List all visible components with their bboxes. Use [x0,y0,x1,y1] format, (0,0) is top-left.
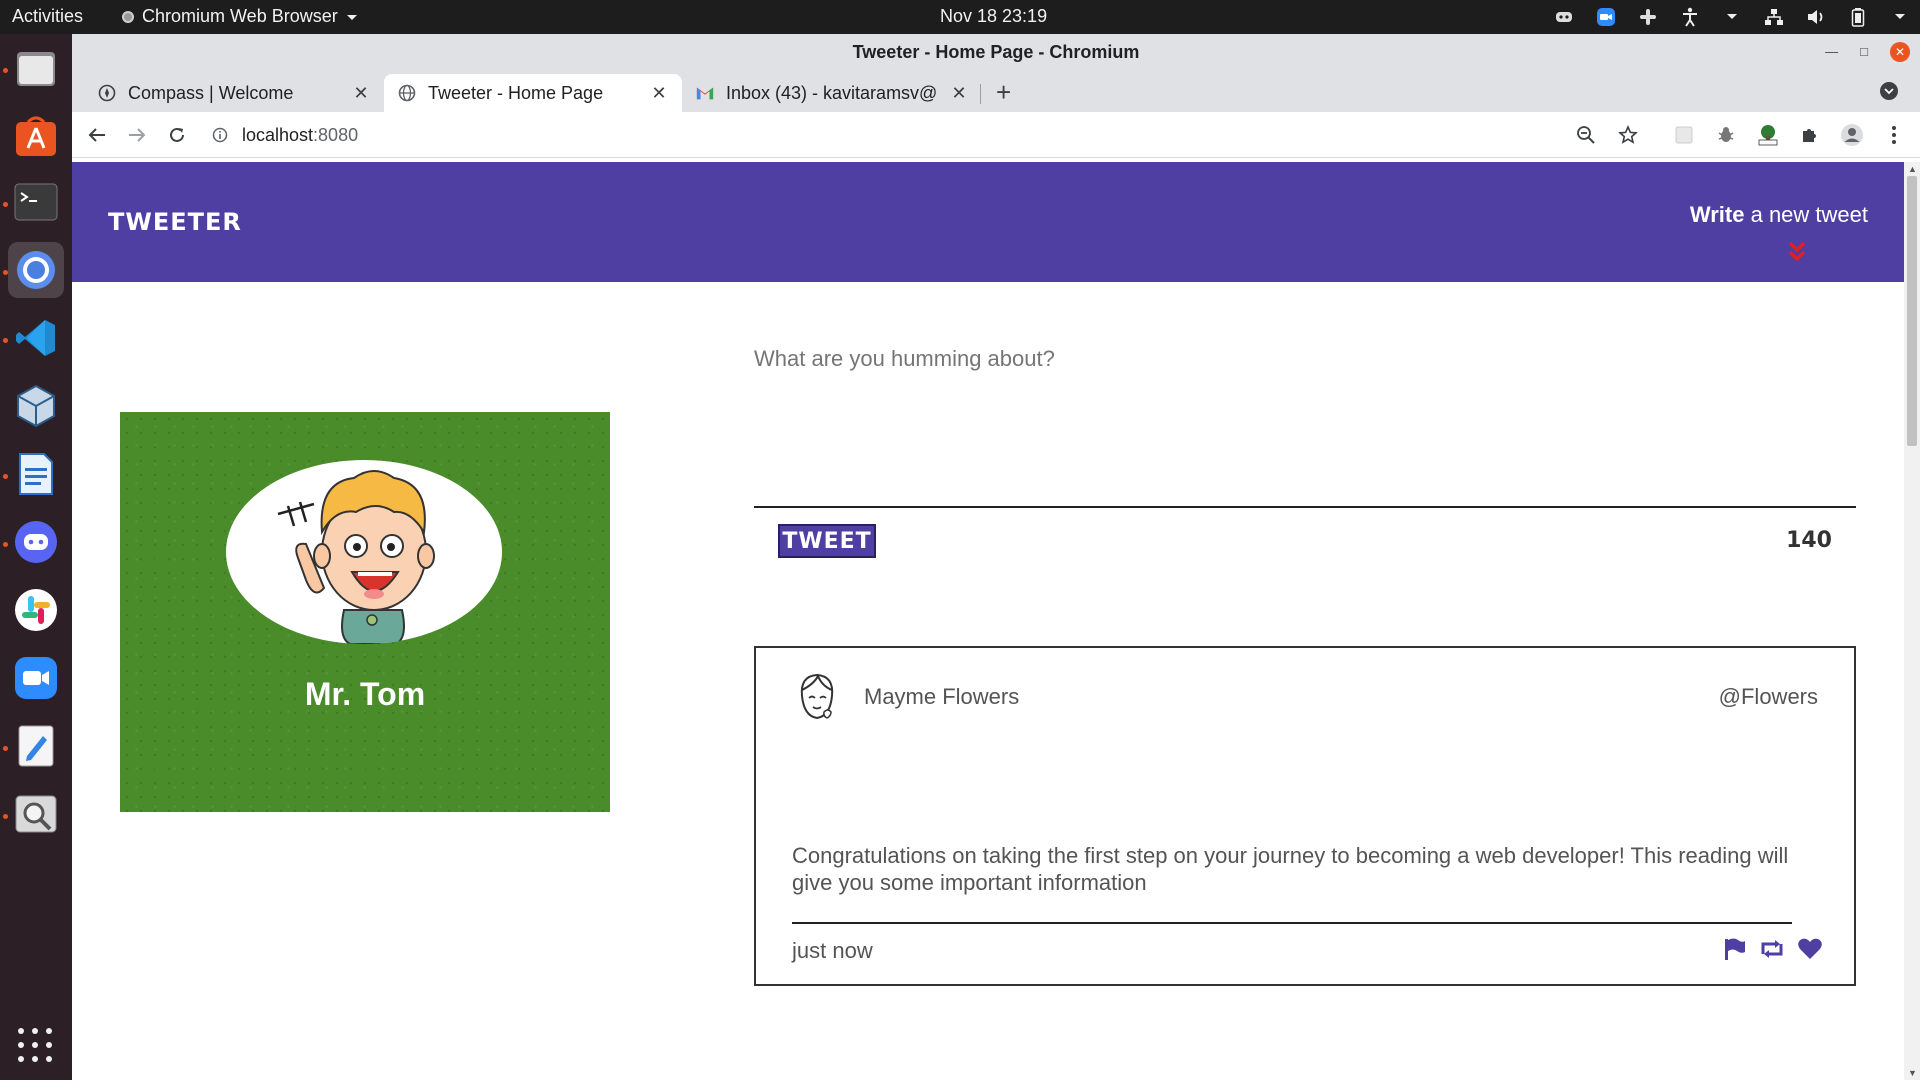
zoom-tray-icon[interactable] [1596,7,1616,27]
maximize-icon[interactable]: □ [1860,34,1868,70]
system-tray[interactable] [1554,0,1910,34]
slack-tray-icon[interactable] [1638,7,1658,27]
scrollbar-thumb[interactable] [1907,176,1917,446]
new-tab-icon[interactable]: + [996,79,1011,105]
accessibility-icon[interactable] [1680,7,1700,27]
discord-icon[interactable] [8,514,64,570]
tab-separator [980,84,981,104]
extensions-puzzle-icon[interactable] [1798,123,1822,147]
window-title: Tweeter - Home Page - Chromium [852,42,1140,62]
tab-compass[interactable]: Compass | Welcome ✕ [84,74,384,112]
character-counter: 140 [1786,528,1832,553]
minimize-icon[interactable]: — [1825,34,1838,70]
terminal-icon[interactable] [8,174,64,230]
zoom-icon[interactable] [8,650,64,706]
tweet-actions [1720,936,1824,962]
virtualbox-icon[interactable] [8,378,64,434]
reload-icon[interactable] [164,122,190,148]
app-menu[interactable]: Chromium Web Browser [122,6,358,27]
url-host: localhost [242,124,314,145]
compose-bold: Write [1689,202,1745,227]
tweet-body: Congratulations on taking the first step… [792,843,1789,895]
double-chevron-down-icon[interactable] [1786,240,1808,264]
screenshot-icon[interactable] [8,786,64,842]
tab-label: Compass | Welcome [128,82,294,103]
files-icon[interactable] [8,40,64,96]
tweet-author-handle: @Flowers [1718,684,1818,709]
chromium-icon[interactable] [8,242,64,298]
composer-divider [754,506,1856,508]
tweet-divider [792,922,1792,924]
tweet-timestamp: just now [792,938,873,963]
tab-gmail[interactable]: Inbox (43) - kavitaramsv@ ✕ [682,74,982,112]
chevron-down-icon [346,6,358,27]
tab-close-icon[interactable]: ✕ [950,83,968,104]
tweet-text-input[interactable] [754,342,1856,502]
gmail-icon [696,84,714,102]
ubuntu-software-icon[interactable] [8,108,64,164]
compass-icon [98,84,116,102]
browser-toolbar: localhost:8080 [72,112,1920,158]
cartoon-boy-avatar-icon [277,470,435,644]
site-navbar: TWEETER Write a new tweet [72,162,1904,282]
writer-icon[interactable] [8,446,64,502]
scroll-up-icon[interactable]: ▲ [1908,164,1917,174]
profile-avatar-icon[interactable] [1840,123,1864,147]
slack-icon[interactable] [8,582,64,638]
tab-label: Tweeter - Home Page [428,82,604,103]
tab-label: Inbox (43) - kavitaramsv@ [726,82,938,103]
tweet-author-avatar-icon [794,672,840,722]
more-vert-icon[interactable] [1882,123,1906,147]
scroll-down-icon[interactable]: ▼ [1908,1068,1917,1078]
retweet-icon[interactable] [1758,936,1786,962]
app-menu-label: Chromium Web Browser [142,6,338,26]
text-editor-icon[interactable] [8,718,64,774]
vscode-icon[interactable] [8,310,64,366]
tab-tweeter[interactable]: Tweeter - Home Page ✕ [384,74,682,112]
tab-close-icon[interactable]: ✕ [650,83,668,104]
tweet-card: Mayme Flowers @Flowers Congratulations o… [754,646,1856,986]
forward-icon[interactable] [124,122,150,148]
url-port: :8080 [313,124,359,145]
profile-name: Mr. Tom [304,676,426,712]
chevron-down-icon[interactable] [1722,7,1742,27]
network-icon[interactable] [1764,7,1784,27]
site-info-icon[interactable] [212,127,228,143]
address-bar[interactable]: localhost:8080 [212,120,1612,150]
back-icon[interactable] [84,122,110,148]
power-menu-chevron-icon[interactable] [1890,7,1910,27]
tab-strip: Compass | Welcome ✕ Tweeter - Home Page … [72,70,1920,112]
globe-icon [398,84,416,102]
site-brand[interactable]: TWEETER [108,208,242,236]
profile-avatar [226,460,502,644]
volume-icon[interactable] [1806,7,1826,27]
bookmark-star-icon[interactable] [1616,123,1640,147]
extension-blank-icon[interactable] [1672,123,1696,147]
window-titlebar[interactable]: Tweeter - Home Page - Chromium — □ ✕ [72,34,1920,70]
show-applications-icon[interactable] [18,1028,52,1062]
compose-rest: a new tweet [1744,202,1868,227]
discord-tray-icon[interactable] [1554,7,1574,27]
tab-search-icon[interactable] [1880,82,1898,100]
tweet-button[interactable]: TWEET [778,524,876,558]
chromium-small-icon [122,10,134,23]
bug-extension-icon[interactable] [1714,123,1738,147]
activities-button[interactable]: Activities [12,6,83,27]
tweet-author-name: Mayme Flowers [864,684,1020,709]
heart-icon[interactable] [1796,936,1824,962]
tab-close-icon[interactable]: ✕ [352,83,370,104]
window-close-icon[interactable]: ✕ [1890,42,1910,62]
battery-icon[interactable] [1848,7,1868,27]
system-top-bar: Activities Chromium Web Browser Nov 18 2… [0,0,1920,34]
profile-card: Mr. Tom [120,412,610,812]
zoom-out-icon[interactable] [1574,123,1598,147]
html-tree-extension-icon[interactable] [1756,123,1780,147]
clock[interactable]: Nov 18 23:19 [940,6,1047,27]
flag-icon[interactable] [1720,936,1748,962]
web-page: TWEETER Write a new tweet Mr. Tom What a… [72,162,1904,1080]
page-scrollbar[interactable]: ▲ ▼ [1904,162,1920,1080]
dock [0,34,72,1080]
browser-window: Tweeter - Home Page - Chromium — □ ✕ Com… [72,34,1920,1080]
write-new-tweet-link[interactable]: Write a new tweet [1690,202,1868,228]
